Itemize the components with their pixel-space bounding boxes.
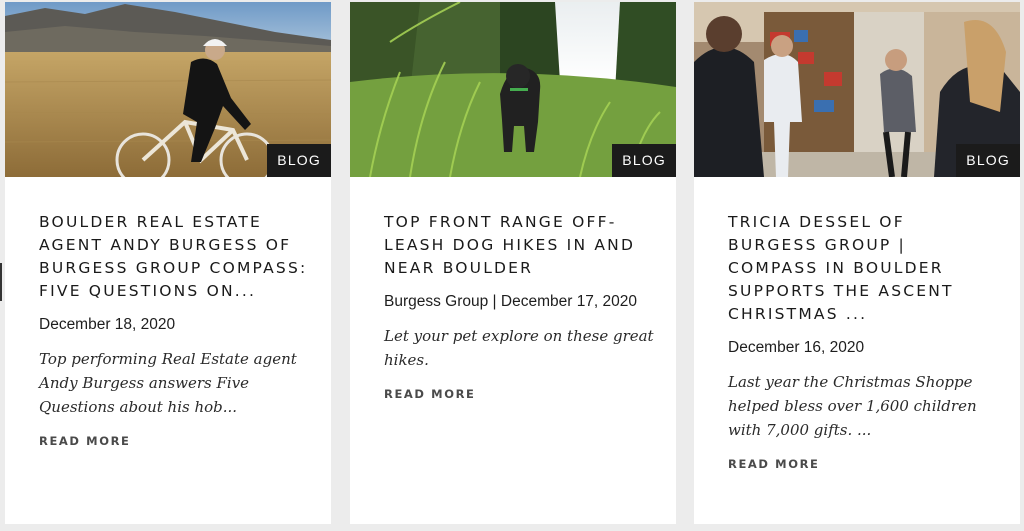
post-date: December 16, 2020 [728, 339, 865, 356]
post-excerpt: Last year the Christmas Shoppe helped bl… [728, 373, 977, 439]
side-tab-marker [0, 263, 2, 301]
post-excerpt: Top performing Real Estate agent Andy Bu… [39, 350, 297, 416]
blog-card: BLOG TRICIA DESSEL OF BURGESS GROUP | CO… [694, 2, 1020, 524]
card-image-link[interactable]: BLOG [350, 2, 676, 177]
blog-card: BLOG BOULDER REAL ESTATE AGENT ANDY BURG… [5, 2, 331, 524]
blog-badge: BLOG [612, 144, 676, 177]
card-title[interactable]: BOULDER REAL ESTATE AGENT ANDY BURGESS O… [39, 211, 309, 303]
post-byline: Burgess Group | December 17, 2020 [384, 293, 638, 310]
post-date: December 18, 2020 [39, 316, 176, 333]
card-image-link[interactable]: BLOG [5, 2, 331, 177]
blog-card: BLOG TOP FRONT RANGE OFF-LEASH DOG HIKES… [350, 2, 676, 524]
card-title[interactable]: TRICIA DESSEL OF BURGESS GROUP | COMPASS… [728, 211, 998, 326]
blog-card-grid: BLOG BOULDER REAL ESTATE AGENT ANDY BURG… [0, 0, 1024, 531]
read-more-link[interactable]: READ MORE [728, 457, 820, 471]
blog-badge: BLOG [956, 144, 1020, 177]
read-more-link[interactable]: READ MORE [384, 387, 476, 401]
blog-badge: BLOG [267, 144, 331, 177]
post-excerpt: Let your pet explore on these great hike… [384, 327, 654, 369]
card-title[interactable]: TOP FRONT RANGE OFF-LEASH DOG HIKES IN A… [384, 211, 654, 280]
read-more-link[interactable]: READ MORE [39, 434, 131, 448]
card-image-link[interactable]: BLOG [694, 2, 1020, 177]
